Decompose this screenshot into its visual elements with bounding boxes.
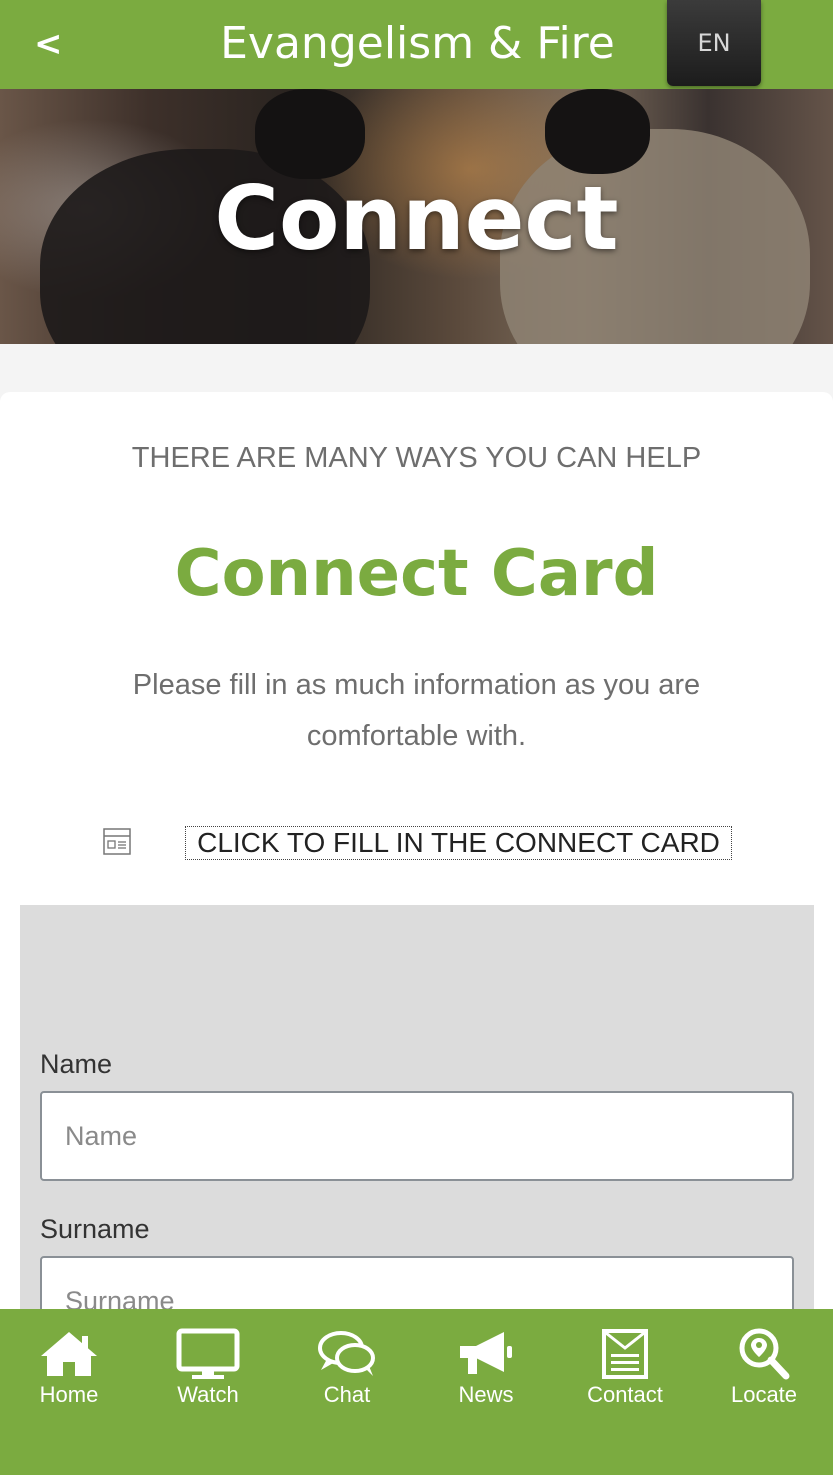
megaphone-icon [454, 1328, 518, 1380]
name-placeholder: Name [65, 1121, 138, 1151]
locate-icon [732, 1328, 796, 1380]
nav-locate-label: Locate [730, 1382, 798, 1407]
nav-chat[interactable]: Chat [282, 1318, 412, 1413]
nav-watch-label: Watch [177, 1382, 239, 1407]
nav-home-label: Home [39, 1382, 99, 1407]
hero-head-right [545, 89, 650, 174]
intro-text: Please fill in as much information as yo… [132, 669, 701, 752]
home-icon [37, 1328, 101, 1380]
section-kicker: THERE ARE MANY WAYS YOU CAN HELP [131, 442, 702, 474]
app-title: Evangelism & Fire [220, 18, 615, 69]
connect-card-link[interactable]: CLICK TO FILL IN THE CONNECT CARD [185, 826, 732, 860]
nav-watch[interactable]: Watch [143, 1318, 273, 1413]
nav-news-label: News [458, 1382, 514, 1407]
surname-label: Surname [40, 1214, 150, 1244]
nav-contact[interactable]: Contact [560, 1318, 690, 1413]
section-heading: Connect Card [174, 537, 659, 611]
nav-chat-label: Chat [323, 1382, 371, 1407]
name-label: Name [40, 1049, 113, 1079]
monitor-icon [176, 1328, 240, 1380]
nav-contact-label: Contact [587, 1382, 663, 1407]
hero-title: Connect [214, 167, 619, 270]
form-icon [103, 828, 131, 855]
nav-news[interactable]: News [421, 1318, 551, 1413]
nav-locate[interactable]: Locate [699, 1318, 829, 1413]
name-input[interactable]: Name [40, 1091, 794, 1181]
contact-icon [593, 1328, 657, 1380]
hero-banner: Connect [0, 89, 833, 344]
chat-icon [315, 1328, 379, 1380]
language-button[interactable]: EN [667, 0, 761, 86]
back-button[interactable]: < [34, 22, 64, 66]
nav-home[interactable]: Home [4, 1318, 134, 1413]
